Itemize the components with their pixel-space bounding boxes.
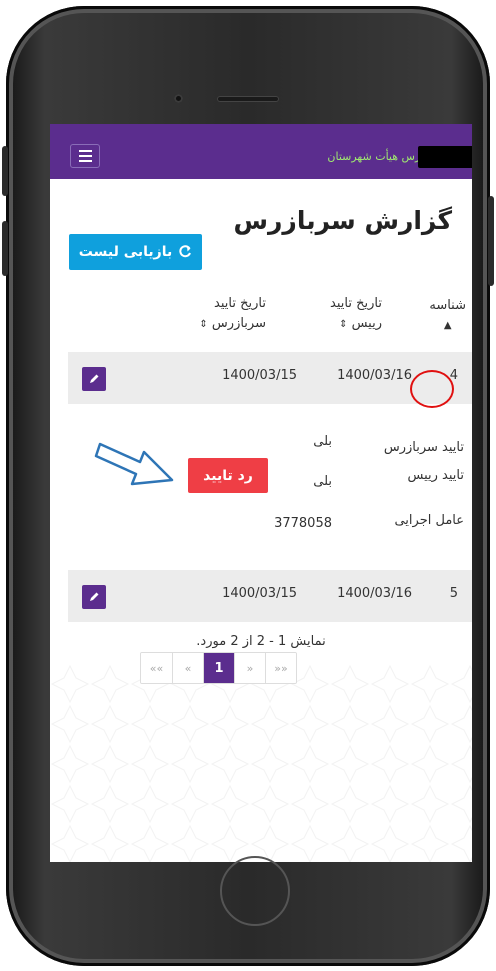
refresh-icon <box>179 245 192 258</box>
raees-approval-label: تایید رییس <box>407 468 464 483</box>
pencil-icon <box>90 592 99 601</box>
volume-down-button <box>2 221 8 276</box>
pagination: «« « 1 » »» <box>140 652 297 684</box>
column-header-sarbazras-date[interactable]: تاریخ تایید سربازرس ⇕ <box>199 294 266 335</box>
phone-screen: بازرس هیأت شهرستان گزارش سربازرس بازیابی… <box>50 124 472 862</box>
volume-up-button <box>2 146 8 196</box>
phone-frame: بازرس هیأت شهرستان گزارش سربازرس بازیابی… <box>2 6 494 966</box>
hamburger-menu-button[interactable] <box>70 144 100 168</box>
home-button[interactable] <box>220 856 290 926</box>
refresh-list-button[interactable]: بازیابی لیست <box>69 234 202 270</box>
sarbazras-approval-value: بلی <box>313 434 332 449</box>
pagination-last[interactable]: »» <box>265 653 296 683</box>
column-header-raees-date[interactable]: تاریخ تایید رییس ⇕ <box>330 294 382 335</box>
edit-button[interactable] <box>82 367 106 391</box>
sarbazras-approval-label: تایید سربازرس <box>383 440 464 455</box>
pagination-prev[interactable]: « <box>172 653 203 683</box>
table-row[interactable]: 5 1400/03/16 1400/03/15 <box>68 570 472 622</box>
pencil-icon <box>90 374 99 383</box>
sort-icon: ▲ <box>443 320 452 331</box>
front-camera <box>174 94 183 103</box>
cell-raees-date: 1400/03/16 <box>337 368 412 383</box>
sort-icon: ⇕ <box>339 319 348 330</box>
pagination-summary: نمایش 1 - 2 از 2 مورد. <box>196 634 326 649</box>
pagination-page-current[interactable]: 1 <box>203 653 234 683</box>
refresh-label: بازیابی لیست <box>78 244 173 260</box>
executive-agent-label: عامل اجرایی <box>394 513 464 528</box>
earpiece-speaker <box>217 96 279 102</box>
annotation-circle <box>410 370 454 408</box>
navbar-brand[interactable]: بازرس هیأت شهرستان <box>327 150 432 163</box>
top-navbar: بازرس هیأت شهرستان <box>50 124 472 179</box>
cell-sarbazras-date: 1400/03/15 <box>222 586 297 601</box>
background-pattern <box>50 664 472 862</box>
edit-button[interactable] <box>82 585 106 609</box>
hamburger-icon <box>78 150 92 152</box>
power-button <box>488 196 494 286</box>
cell-raees-date: 1400/03/16 <box>337 586 412 601</box>
pagination-next[interactable]: » <box>234 653 265 683</box>
reject-approval-button[interactable]: رد تایید <box>188 458 268 493</box>
annotation-arrow-icon <box>94 442 174 486</box>
page-title: گزارش سربازرس <box>233 206 452 235</box>
sort-icon: ⇕ <box>199 319 208 330</box>
cell-id: 5 <box>449 586 458 601</box>
redacted-block <box>418 146 472 168</box>
raees-approval-value: بلی <box>313 474 332 489</box>
cell-sarbazras-date: 1400/03/15 <box>222 368 297 383</box>
column-header-id[interactable]: شناسه ▲ <box>429 296 466 336</box>
pagination-first[interactable]: «« <box>141 653 172 683</box>
executive-agent-value: 3778058 <box>274 516 332 531</box>
